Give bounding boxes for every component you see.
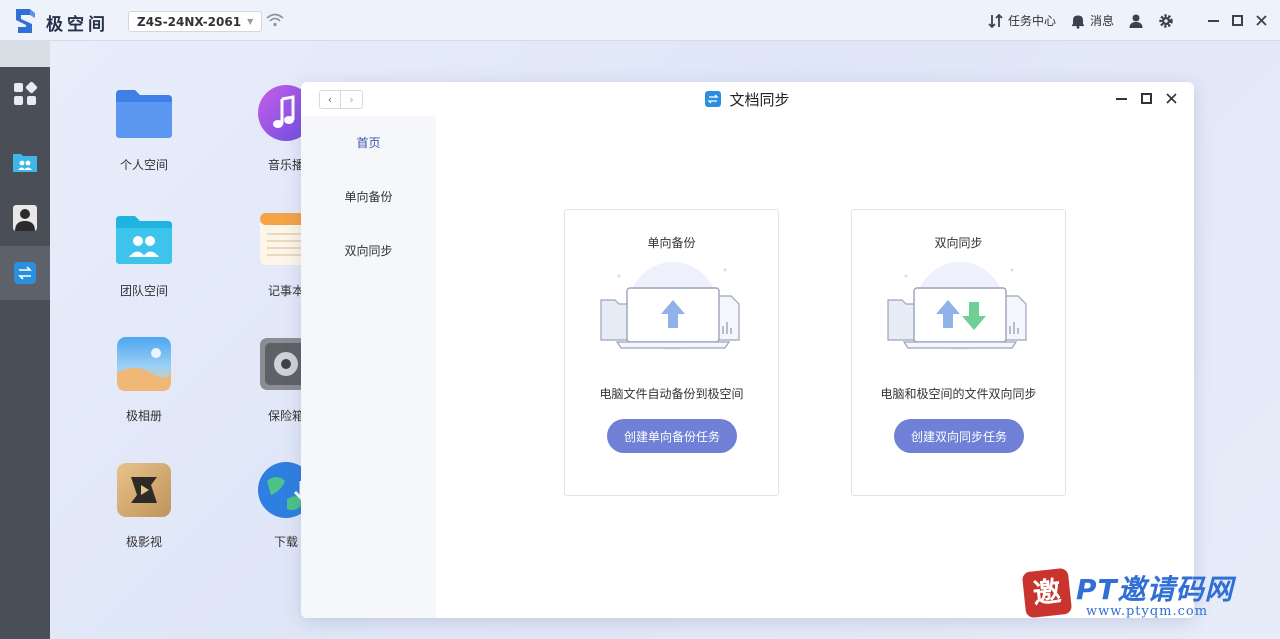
gear-icon [1159, 13, 1173, 28]
forward-button[interactable]: › [341, 90, 363, 109]
maximize-button[interactable] [1226, 10, 1248, 32]
desktop-icon-photo-album[interactable]: 极相册 [99, 335, 189, 424]
window-close-button[interactable] [1163, 90, 1180, 107]
two-way-sync-card: 双向同步 电脑和极空间的文件双向同步 创建双向同步任务 [851, 209, 1066, 496]
create-two-way-sync-button[interactable]: 创建双向同步任务 [894, 419, 1024, 453]
photo-album-icon [117, 337, 171, 391]
nav-buttons: ‹ › [319, 90, 363, 109]
window-minimize-button[interactable] [1113, 90, 1130, 107]
team-folder-icon [13, 154, 37, 172]
desktop-icon-personal-space[interactable]: 个人空间 [99, 84, 189, 173]
folder-icon [116, 90, 172, 138]
minimize-icon [1207, 20, 1219, 22]
user-icon [1129, 14, 1143, 28]
card-title: 单向备份 [647, 236, 696, 250]
app-logo-icon [16, 9, 35, 33]
doc-sync-icon [14, 262, 36, 284]
dock-avatar-button[interactable] [0, 191, 50, 245]
window-maximize-button[interactable] [1138, 90, 1155, 107]
card-description: 电脑文件自动备份到极空间 [599, 387, 744, 401]
user-button[interactable] [1128, 13, 1144, 29]
desktop-icon-label: 极相册 [125, 409, 162, 423]
maximize-icon [1141, 93, 1152, 104]
dock-apps-button[interactable] [0, 67, 50, 121]
sidebar-item-home[interactable]: 首页 [301, 134, 436, 151]
messages-button[interactable]: 消息 [1070, 12, 1114, 29]
backup-illustration-icon [600, 262, 740, 350]
task-center-label: 任务中心 [1007, 14, 1056, 28]
chevron-left-icon: ‹ [327, 93, 333, 106]
avatar-icon [13, 205, 37, 231]
chevron-down-icon: ▼ [247, 17, 254, 26]
top-bar: 极空间 Z4S-24NX-2061 ▼ 任务中心 消息 [0, 0, 1280, 41]
window-sidebar: 首页 单向备份 双向同步 [301, 116, 436, 618]
watermark: 邀 PT邀请码网 www.ptyqm.com [1021, 567, 1269, 623]
close-button[interactable] [1250, 10, 1272, 32]
desktop-icon-team-space[interactable]: 团队空间 [99, 210, 189, 299]
apps-grid-icon [14, 81, 38, 105]
minimize-icon [1116, 98, 1127, 100]
card-title: 双向同步 [934, 236, 983, 250]
team-folder-icon [116, 216, 172, 264]
doc-sync-window: ‹ › 文档同步 首页 单向备份 双向同步 单向备份 电脑文件自动备份到极空间 … [301, 82, 1194, 618]
desktop-icon-label: 团队空间 [119, 284, 168, 298]
create-one-way-backup-button[interactable]: 创建单向备份任务 [607, 419, 737, 453]
one-way-backup-card: 单向备份 电脑文件自动备份到极空间 创建单向备份任务 [564, 209, 779, 496]
task-center-button[interactable]: 任务中心 [988, 12, 1056, 29]
settings-button[interactable] [1158, 13, 1174, 29]
desktop-icon-video[interactable]: 极影视 [99, 461, 189, 550]
desktop-icon-label: 极影视 [125, 535, 162, 549]
maximize-icon [1231, 15, 1243, 26]
sidebar-item-two-way-sync[interactable]: 双向同步 [301, 242, 436, 259]
card-description: 电脑和极空间的文件双向同步 [880, 387, 1037, 401]
window-content: 单向备份 电脑文件自动备份到极空间 创建单向备份任务 双向同步 电脑和极空间的文… [436, 116, 1194, 618]
desktop-icon-label: 个人空间 [119, 158, 168, 172]
window-title: 文档同步 [729, 90, 790, 109]
close-icon [1166, 93, 1177, 104]
back-button[interactable]: ‹ [319, 90, 341, 109]
video-icon [117, 463, 171, 517]
device-selector[interactable]: Z4S-24NX-2061 ▼ [128, 11, 263, 32]
sync-illustration-icon [887, 262, 1027, 350]
dock-doc-sync-button[interactable] [0, 246, 50, 300]
wifi-icon [266, 13, 284, 27]
left-dock [0, 41, 50, 639]
minimize-button[interactable] [1202, 10, 1224, 32]
watermark-logo: 邀 [1021, 567, 1073, 619]
brand-name: 极空间 [46, 15, 109, 35]
dock-header [0, 41, 50, 67]
messages-label: 消息 [1089, 14, 1114, 28]
watermark-url: www.ptyqm.com [1086, 604, 1209, 619]
dock-team-space-button[interactable] [0, 135, 50, 189]
device-name: Z4S-24NX-2061 [137, 14, 242, 29]
bell-icon [1071, 15, 1084, 29]
watermark-badge-text: 邀 [1031, 574, 1063, 611]
close-icon [1255, 15, 1267, 26]
watermark-text: PT邀请码网 [1076, 573, 1234, 606]
task-center-icon [988, 13, 1003, 28]
window-titlebar: ‹ › 文档同步 [301, 82, 1194, 116]
doc-sync-icon [705, 91, 722, 107]
sidebar-item-one-way-backup[interactable]: 单向备份 [301, 188, 436, 205]
chevron-right-icon: › [349, 93, 354, 106]
